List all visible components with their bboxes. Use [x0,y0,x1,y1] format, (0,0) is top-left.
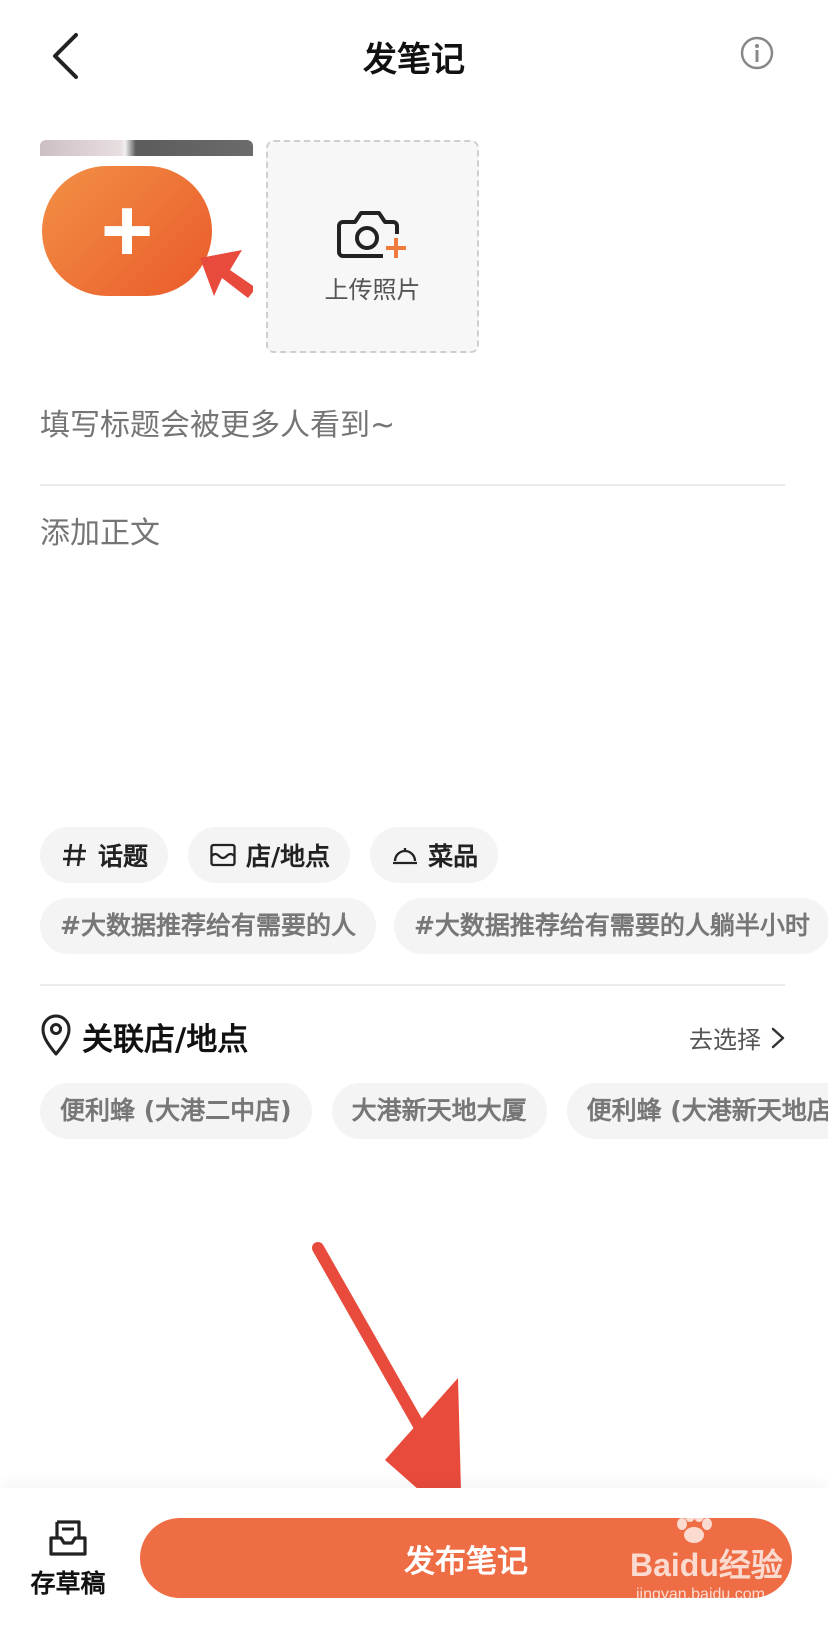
select-location-link[interactable]: 去选择 [689,1020,785,1055]
topic-button-label: 话题 [98,842,149,871]
location-pin-icon [41,1014,71,1056]
body-input[interactable] [40,508,785,768]
info-button[interactable] [740,36,774,70]
dish-button-label: 菜品 [428,842,479,871]
store-location-button-label: 店/地点 [246,842,331,871]
watermark-url: jingyan.baidu.com [636,1586,765,1603]
upload-photo-button[interactable]: 上传照片 [266,140,479,353]
store-icon [208,840,238,870]
dish-button[interactable]: 菜品 [370,827,499,883]
select-location-label: 去选择 [689,1026,761,1054]
save-draft-label: 存草稿 [30,1569,106,1598]
topic-suggestion-row: #大数据推荐给有需要的人 #大数据推荐给有需要的人躺半小时 [40,898,828,956]
dish-cover-icon [390,840,420,870]
store-location-button[interactable]: 店/地点 [188,827,351,883]
page-title: 发笔记 [363,40,465,80]
divider [40,984,785,986]
add-photo-annotation: + [42,166,212,296]
baidu-jingyan-watermark: Baidu经验 jingyan.baidu.com [630,1510,800,1630]
topic-suggestion-chip[interactable]: #大数据推荐给有需要的人 [40,898,376,954]
camera-add-icon [336,211,406,258]
paw-icon [677,1510,712,1543]
media-row: + 上传照片 [40,140,800,355]
place-suggestion-row: 便利蜂 (大港二中店) 大港新天地大厦 便利蜂 (大港新天地店) [40,1083,828,1141]
divider [40,484,785,486]
title-input[interactable] [40,400,785,450]
tool-chip-row: 话题 店/地点 菜品 [40,827,499,883]
location-section-title: 关联店/地点 [82,1022,249,1058]
info-icon [740,36,774,70]
header-bar: 发笔记 [0,0,828,110]
plus-icon: + [100,181,154,281]
topic-suggestion-chip[interactable]: #大数据推荐给有需要的人躺半小时 [393,898,828,954]
place-suggestion-chip[interactable]: 大港新天地大厦 [331,1083,547,1139]
annotation-arrow-icon [200,250,253,298]
photo-thumbnail[interactable]: + [40,140,253,353]
save-draft-button[interactable]: 存草稿 [22,1518,114,1618]
topic-button[interactable]: 话题 [40,827,169,883]
watermark-brand: Baidu经验 [630,1547,783,1583]
hashtag-icon [60,840,90,870]
location-section-header: 关联店/地点 去选择 [40,1010,785,1060]
photo-thumbnail-image [40,140,253,156]
upload-photo-label: 上传照片 [324,276,421,304]
chevron-right-icon [771,1027,785,1048]
place-suggestion-chip[interactable]: 便利蜂 (大港二中店) [40,1083,312,1139]
draft-box-icon [49,1520,87,1556]
annotation-arrow-icon [312,1242,462,1528]
place-suggestion-chip[interactable]: 便利蜂 (大港新天地店) [566,1083,828,1139]
